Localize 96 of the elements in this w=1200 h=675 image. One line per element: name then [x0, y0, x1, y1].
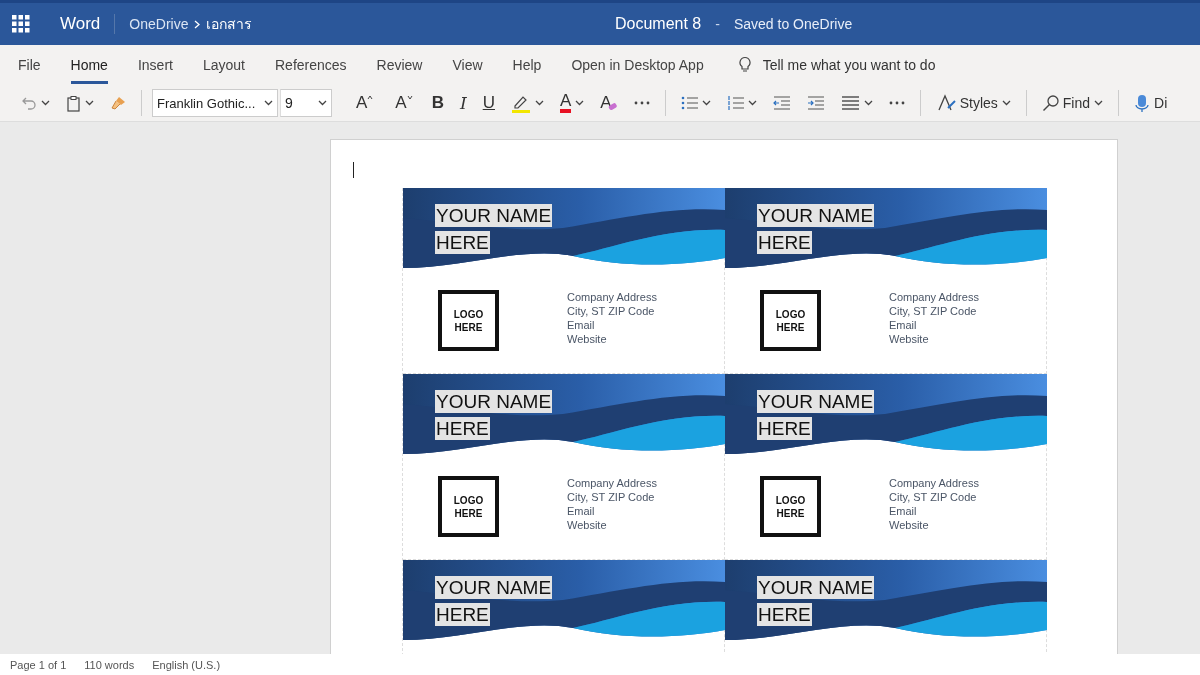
- dictate-button[interactable]: Di: [1127, 89, 1175, 117]
- logo-text: HERE: [776, 320, 805, 334]
- logo-text: LOGO: [775, 307, 806, 321]
- paintbrush-icon: [110, 95, 126, 111]
- decrease-indent-icon: [772, 95, 791, 111]
- placeholder-text-field[interactable]: YOUR NAME: [435, 576, 553, 599]
- italic-button[interactable]: I: [452, 89, 474, 117]
- undo-icon: [21, 95, 37, 111]
- caret-icon: [318, 100, 327, 106]
- find-button[interactable]: Find: [1034, 90, 1110, 116]
- logo-text: LOGO: [453, 307, 484, 321]
- address-line: City, ST ZIP Code: [567, 489, 656, 504]
- title-separator: -: [715, 16, 720, 32]
- lightbulb-icon: [737, 56, 752, 74]
- caret-icon: [534, 100, 544, 106]
- down-caret-icon: [406, 95, 413, 100]
- caret-icon: [1094, 100, 1103, 106]
- bullet-list-icon: [680, 95, 698, 111]
- increase-indent-icon: [806, 95, 825, 111]
- address-line: Company Address: [567, 475, 657, 490]
- caret-icon: [85, 100, 94, 106]
- address-line: City, ST ZIP Code: [567, 303, 656, 318]
- align-icon: [840, 95, 860, 111]
- shrink-font-button[interactable]: A: [385, 89, 423, 117]
- caret-icon: [41, 100, 50, 106]
- styles-icon: [935, 94, 956, 112]
- up-caret-icon: [367, 95, 374, 100]
- placeholder-text-field[interactable]: HERE: [757, 603, 812, 626]
- logo-text: HERE: [454, 506, 483, 520]
- status-item: Page 1 of 1: [10, 658, 67, 671]
- address-line: Company Address: [889, 475, 979, 490]
- address-line: Email: [567, 503, 596, 518]
- caret-icon: [863, 100, 873, 106]
- ribbon-tab[interactable]: Open in Desktop App: [571, 46, 704, 84]
- placeholder-text-field[interactable]: YOUR NAME: [757, 576, 875, 599]
- status-item: English (U.S.): [152, 658, 221, 671]
- app-launcher-icon[interactable]: [12, 15, 30, 33]
- ribbon-tab[interactable]: Review: [376, 46, 423, 84]
- placeholder-text-field[interactable]: HERE: [435, 417, 490, 440]
- placeholder-text-field[interactable]: YOUR NAME: [435, 204, 553, 227]
- styles-button[interactable]: Styles: [928, 90, 1018, 116]
- font-size-field[interactable]: 9: [280, 89, 332, 117]
- numbered-list-icon: [726, 95, 744, 111]
- ribbon-tab[interactable]: References: [275, 46, 347, 84]
- caret-icon: [747, 100, 757, 106]
- ribbon-tab[interactable]: Help: [512, 46, 542, 84]
- search-icon: [1041, 94, 1059, 112]
- address-line: Company Address: [889, 289, 979, 304]
- placeholder-text-field[interactable]: HERE: [757, 417, 812, 440]
- address-line: Website: [567, 517, 608, 532]
- app-name[interactable]: Word: [60, 14, 101, 34]
- caret-icon: [575, 100, 585, 106]
- logo-text: LOGO: [775, 493, 806, 507]
- address-line: Website: [889, 517, 930, 532]
- caret-icon: [264, 100, 273, 106]
- address-line: City, ST ZIP Code: [889, 303, 978, 318]
- placeholder-text-field[interactable]: YOUR NAME: [435, 390, 553, 413]
- text-cursor: [353, 162, 354, 178]
- font-color-button[interactable]: A: [552, 89, 592, 117]
- breadcrumb-link[interactable]: เอกสาร: [206, 13, 253, 35]
- tell-me-field[interactable]: Tell me what you want to do: [737, 56, 975, 74]
- more-icon: [633, 101, 650, 105]
- address-line: Email: [889, 317, 918, 332]
- logo-text: LOGO: [453, 493, 484, 507]
- caret-icon: [1001, 100, 1011, 106]
- document-title: Document 8: [615, 15, 702, 33]
- underline-button[interactable]: U: [475, 89, 502, 117]
- placeholder-text-field[interactable]: HERE: [435, 231, 490, 254]
- placeholder-text-field[interactable]: HERE: [757, 231, 812, 254]
- address-line: Website: [567, 331, 608, 346]
- ribbon-tab[interactable]: Layout: [202, 46, 245, 84]
- microphone-icon: [1134, 93, 1150, 113]
- status-item: 110 words: [84, 658, 135, 671]
- address-line: Email: [567, 317, 596, 332]
- grow-font-button[interactable]: A: [346, 89, 384, 117]
- ribbon-tab[interactable]: File: [18, 46, 41, 84]
- ribbon-tab[interactable]: Insert: [137, 46, 173, 84]
- placeholder-text-field[interactable]: HERE: [435, 603, 490, 626]
- breadcrumb-link[interactable]: OneDrive: [129, 16, 189, 32]
- clipboard-icon: [66, 94, 81, 112]
- placeholder-text-field[interactable]: YOUR NAME: [757, 204, 875, 227]
- ribbon-tab[interactable]: View: [452, 46, 483, 84]
- address-line: Website: [889, 331, 930, 346]
- font-name-field[interactable]: Franklin Gothic...: [152, 89, 278, 117]
- more-icon: [888, 101, 905, 105]
- address-line: City, ST ZIP Code: [889, 489, 978, 504]
- logo-text: HERE: [776, 506, 805, 520]
- caret-icon: [701, 100, 711, 106]
- bold-button[interactable]: B: [424, 89, 451, 117]
- placeholder-text-field[interactable]: YOUR NAME: [757, 390, 875, 413]
- address-line: Company Address: [567, 289, 657, 304]
- logo-text: HERE: [454, 320, 483, 334]
- address-line: Email: [889, 503, 918, 518]
- chevron-icon: [194, 19, 201, 29]
- ribbon-tab[interactable]: Home: [70, 46, 108, 84]
- save-status: Saved to OneDrive: [733, 16, 853, 32]
